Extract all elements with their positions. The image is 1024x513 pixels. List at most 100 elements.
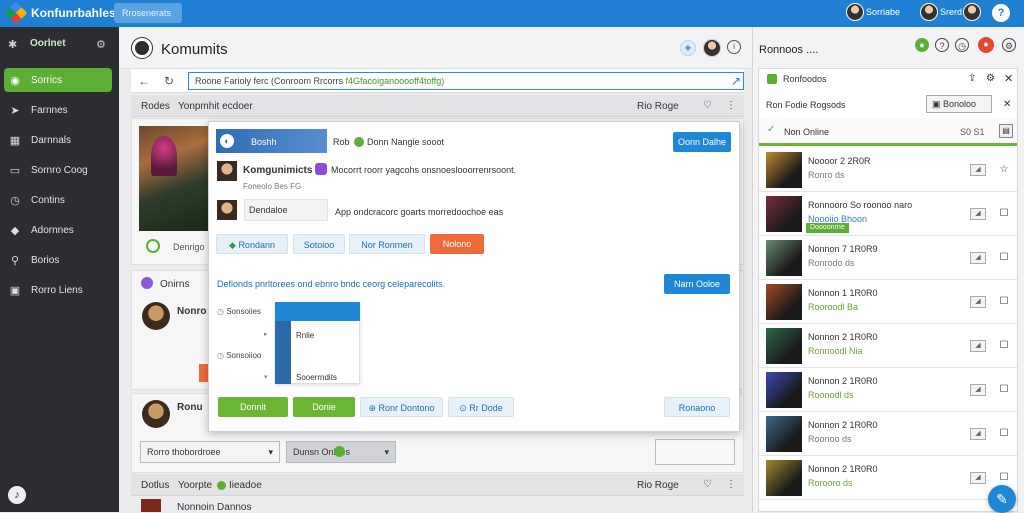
dialog-link-text[interactable]: Defionds pnrltorees ond ebnro bndc ceorg…	[217, 279, 445, 289]
sidebar-item-1[interactable]: ◉ Sorrics	[4, 68, 112, 92]
dialog-secondary-button[interactable]: Narn Ooloe	[664, 274, 730, 294]
dialog-footer-button-4[interactable]: ⊙ Rr Dode	[448, 397, 514, 417]
tab-ronrnen[interactable]: Nor Ronrnen	[349, 234, 425, 254]
back-icon[interactable]: ←	[137, 74, 151, 88]
online-dot-icon	[334, 446, 345, 457]
settings-circle-icon[interactable]: ⚙	[1002, 38, 1016, 52]
list-item-toggle-icon[interactable]: ◢	[970, 252, 986, 264]
tab-sotoioo[interactable]: Sotoioo	[293, 234, 345, 254]
sort-select[interactable]: Rorro thobordroee ▾	[140, 441, 280, 463]
notification-badge-icon[interactable]: ●	[978, 37, 994, 53]
top-search-input[interactable]: Rrosenerats	[114, 3, 182, 23]
list-item-toggle-icon[interactable]: ◢	[970, 296, 986, 308]
settings-icon[interactable]: ⚙	[986, 73, 995, 84]
online-count[interactable]: S0 S1	[960, 127, 985, 137]
share-icon[interactable]: ⇪	[968, 73, 976, 84]
feed-toolbar-right[interactable]: Rio Roge	[637, 101, 679, 112]
main-avatar[interactable]	[703, 39, 721, 57]
checkbox-icon[interactable]: ☐	[997, 207, 1011, 221]
list-item-toggle-icon[interactable]: ◢	[970, 384, 986, 396]
feed-toolbar2-right[interactable]: Rio Roge	[637, 480, 679, 491]
checkbox-icon[interactable]: ☐	[997, 295, 1011, 309]
checkbox-icon[interactable]: ☐	[997, 251, 1011, 265]
panel-close-icon[interactable]: ✕	[1003, 99, 1011, 110]
list-item-toggle-icon[interactable]: ◢	[970, 164, 986, 176]
list-item-thumbnail[interactable]	[766, 460, 802, 496]
external-link-icon[interactable]: ↗	[729, 74, 743, 88]
feed-image[interactable]	[139, 126, 209, 231]
help-circle-icon[interactable]: ?	[935, 38, 949, 52]
list-item-toggle-icon[interactable]: ◢	[970, 428, 986, 440]
user-avatar-2[interactable]	[920, 3, 938, 21]
dialog-option-2[interactable]: ◷ Sonsoiioo	[217, 351, 261, 360]
checkbox-icon[interactable]: ☐	[997, 383, 1011, 397]
close-icon[interactable]: ✕	[1004, 72, 1013, 85]
dropdown-item-1[interactable]: Rnlie	[296, 331, 314, 340]
info-icon[interactable]: i	[727, 40, 741, 54]
user-avatar-3[interactable]	[963, 3, 981, 21]
panel-search-button[interactable]: ▣ Bonoloo	[926, 95, 992, 113]
dialog-footer-button-5[interactable]: Ronaono	[664, 397, 730, 417]
checkbox-icon[interactable]: ☐	[997, 427, 1011, 441]
user-avatar[interactable]	[846, 3, 864, 21]
dialog-footer-button-3[interactable]: ⊕ Ronr Dontono	[360, 397, 443, 417]
tab-nolono[interactable]: Nolono	[430, 234, 484, 254]
sidebar-settings-icon[interactable]: ⚙	[96, 38, 106, 51]
dialog-primary-button[interactable]: Oonn Dalhe	[673, 132, 731, 152]
sidebar-bottom-icon[interactable]: ♪	[8, 486, 26, 504]
list-item-subtitle: Rooroodl Ba	[808, 302, 859, 312]
sidebar-item-2[interactable]: ➤ Farnnes	[4, 98, 112, 122]
url-input[interactable]: Roone Farioly ferc (Conroom Rrcorrs f4Gf…	[188, 72, 744, 90]
sidebar-item-5[interactable]: ◷ Contins	[4, 188, 112, 212]
checkbox-icon[interactable]: ☐	[997, 339, 1011, 353]
list-item-toggle-icon[interactable]: ◢	[970, 472, 986, 484]
list-item-thumbnail[interactable]	[766, 372, 802, 408]
dialog-footer-button-1[interactable]: Donnit	[218, 397, 288, 417]
more-icon[interactable]: ⋮	[726, 100, 736, 111]
heart-icon-2[interactable]: ♡	[703, 479, 712, 490]
more-icon-2[interactable]: ⋮	[726, 479, 736, 490]
list-item-thumbnail[interactable]	[766, 240, 802, 276]
online-status-icon[interactable]: ●	[915, 38, 929, 52]
dialog-option-1[interactable]: ◷ Sonsoiies	[217, 307, 261, 316]
tab-rondann[interactable]: ◆ Rondann	[216, 234, 288, 254]
feed4-avatar[interactable]	[142, 400, 170, 428]
help-icon[interactable]: ?	[992, 4, 1010, 22]
checkbox-icon[interactable]: ☐	[997, 471, 1011, 485]
clock-icon[interactable]: ◷	[955, 38, 969, 52]
online-toggle-icon[interactable]: ▤	[999, 124, 1013, 138]
list-item-thumbnail[interactable]	[766, 196, 802, 232]
sidebar-item-3[interactable]: ▦ Darnnals	[4, 128, 112, 152]
heart-icon[interactable]: ♡	[703, 100, 712, 111]
sidebar-item-8[interactable]: ▣ Rorro Liens	[4, 278, 112, 302]
list-item-thumbnail[interactable]	[766, 284, 802, 320]
list-item-toggle-icon[interactable]: ◢	[970, 340, 986, 352]
star-icon[interactable]: ☆	[997, 163, 1011, 177]
list-item-toggle-icon[interactable]: ◢	[970, 208, 986, 220]
list-item-subtitle: Roonodl ds	[808, 390, 854, 400]
dropdown-item-2[interactable]: Sooerrndits	[296, 373, 337, 382]
sidebar-item-6[interactable]: ◆ Adornnes	[4, 218, 112, 242]
list-item-subtitle: Ronro ds	[808, 170, 845, 180]
dialog-user-avatar[interactable]	[217, 161, 237, 181]
chat-icon: ◉	[10, 74, 20, 87]
user-name[interactable]: Sorriabe	[866, 7, 900, 17]
panel-logo-icon	[767, 74, 777, 84]
refresh-icon[interactable]: ↻	[162, 74, 176, 88]
fab-edit-icon[interactable]: ✎	[988, 485, 1016, 513]
list-item-thumbnail[interactable]	[766, 416, 802, 452]
user-name-2[interactable]: Srerd	[940, 7, 962, 17]
dialog-field[interactable]: Dendaloe	[244, 199, 328, 221]
dialog-dropdown-header	[275, 302, 360, 321]
dialog-footer-button-2[interactable]: Donie	[293, 397, 355, 417]
sidebar-item-4[interactable]: ▭ Sornro Coog	[4, 158, 112, 182]
list-item-thumbnail[interactable]	[766, 328, 802, 364]
feed3-avatar[interactable]	[142, 302, 170, 330]
list-item-name: Nonnon 2 1R0R0	[808, 420, 878, 430]
empty-field[interactable]	[655, 439, 735, 465]
sidebar-item-label: Darnnals	[31, 134, 72, 146]
shield-icon[interactable]: ◈	[680, 40, 696, 56]
list-item-thumbnail[interactable]	[766, 152, 802, 188]
sidebar-item-7[interactable]: ⚲ Borios	[4, 248, 112, 272]
list-item-name: Ronnooro So roonoo naro	[808, 200, 913, 210]
